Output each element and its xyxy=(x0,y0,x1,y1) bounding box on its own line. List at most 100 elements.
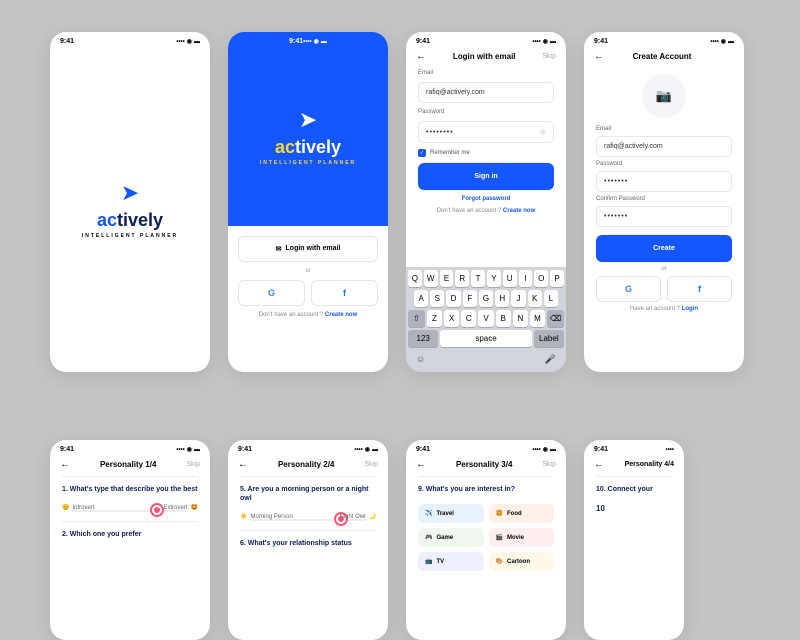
key-d[interactable]: D xyxy=(446,290,460,307)
question-1: 1. What's type that describe you the bes… xyxy=(62,485,198,494)
email-field[interactable]: rafiq@actively.com xyxy=(596,136,732,157)
question-10: 10. Connect your xyxy=(596,485,672,494)
key-f[interactable]: F xyxy=(463,290,477,307)
key-x[interactable]: X xyxy=(444,310,459,327)
space-key[interactable]: space xyxy=(440,330,531,347)
password-field[interactable]: ••••••••◎ xyxy=(418,121,554,143)
interest-tv[interactable]: 📺TV xyxy=(418,552,484,571)
email-label: Email xyxy=(418,70,554,76)
screen-splash: 9:41••••◉▬ ➤ actively INTELLIGENT PLANNE… xyxy=(50,32,210,372)
key-t[interactable]: T xyxy=(471,270,485,287)
tagline: INTELLIGENT PLANNER xyxy=(260,160,356,166)
key-l[interactable]: L xyxy=(544,290,558,307)
key-p[interactable]: P xyxy=(550,270,564,287)
remember-me-checkbox[interactable]: ✓Remember me xyxy=(418,149,554,157)
sun-icon: ☀️ xyxy=(240,513,247,520)
key-g[interactable]: G xyxy=(479,290,493,307)
create-button[interactable]: Create xyxy=(596,235,732,262)
eye-icon[interactable]: ◎ xyxy=(540,128,546,136)
forgot-password-link[interactable]: Forgot password xyxy=(418,196,554,202)
slider-thumb[interactable] xyxy=(152,505,162,515)
email-field[interactable]: rafiq@actively.com xyxy=(418,82,554,103)
back-icon[interactable]: ← xyxy=(594,459,604,470)
keyboard[interactable]: QWERTYUIOP ASDFGHJKL ⇧ZXCVBNM⌫ 123spaceL… xyxy=(406,267,566,372)
key-i[interactable]: I xyxy=(519,270,533,287)
signin-button[interactable]: Sign in xyxy=(418,163,554,190)
back-icon[interactable]: ← xyxy=(416,51,426,62)
skip-link[interactable]: Skip xyxy=(186,461,200,468)
slider-q1[interactable]: 😊Introvert Extrovert🤩 xyxy=(50,498,210,521)
key-j[interactable]: J xyxy=(511,290,525,307)
facebook-button[interactable]: f xyxy=(311,280,378,306)
question-2: 2. Which one you prefer xyxy=(62,530,198,539)
key-h[interactable]: H xyxy=(495,290,509,307)
create-now-link[interactable]: Create now xyxy=(325,312,357,318)
screen-personality-1: 9:41••••◉▬ ←Personality 1/4Skip 1. What'… xyxy=(50,440,210,640)
interest-icon: 🎮 xyxy=(425,534,432,541)
google-icon: G xyxy=(268,288,275,298)
key-c[interactable]: C xyxy=(461,310,476,327)
create-account-prompt: Don't have an account ? Create now xyxy=(259,312,358,318)
status-bar: 9:41••••◉▬ xyxy=(406,32,566,47)
key-n[interactable]: N xyxy=(513,310,528,327)
interest-movie[interactable]: 🎬Movie xyxy=(489,528,555,547)
back-icon[interactable]: ← xyxy=(60,459,70,470)
google-button[interactable]: G xyxy=(596,276,661,302)
key-b[interactable]: B xyxy=(496,310,511,327)
interest-icon: ✈️ xyxy=(425,510,432,517)
interest-cartoon[interactable]: 🎨Cartoon xyxy=(489,552,555,571)
key-u[interactable]: U xyxy=(503,270,517,287)
key-v[interactable]: V xyxy=(478,310,493,327)
login-link[interactable]: Login xyxy=(682,306,698,312)
facebook-button[interactable]: f xyxy=(667,276,732,302)
slider-q5[interactable]: ☀️Morning Person Night Owl🌙 xyxy=(228,507,388,530)
tagline: INTELLIGENT PLANNER xyxy=(82,233,178,239)
back-icon[interactable]: ← xyxy=(238,459,248,470)
create-now-link[interactable]: Create now xyxy=(503,208,535,214)
interest-travel[interactable]: ✈️Travel xyxy=(418,504,484,523)
login-email-button[interactable]: ✉Login with email xyxy=(238,236,378,262)
key-s[interactable]: S xyxy=(430,290,444,307)
skip-link[interactable]: Skip xyxy=(542,53,556,60)
logo: actively xyxy=(97,210,163,231)
avatar-upload[interactable]: 📷 xyxy=(642,74,686,118)
page-title: Personality 4/4 xyxy=(625,461,674,468)
page-title: Create Account xyxy=(633,52,692,61)
key-k[interactable]: K xyxy=(528,290,542,307)
label-key[interactable]: Label xyxy=(534,330,564,347)
key-z[interactable]: Z xyxy=(427,310,442,327)
key-r[interactable]: R xyxy=(455,270,469,287)
key-e[interactable]: E xyxy=(440,270,454,287)
skip-link[interactable]: Skip xyxy=(364,461,378,468)
num-key[interactable]: 123 xyxy=(408,330,438,347)
check-icon: ✓ xyxy=(418,149,426,157)
screen-auth: 9:41••••◉▬ ➤ actively INTELLIGENT PLANNE… xyxy=(228,32,388,372)
key-q[interactable]: Q xyxy=(408,270,422,287)
key-y[interactable]: Y xyxy=(487,270,501,287)
key-w[interactable]: W xyxy=(424,270,438,287)
password-field[interactable]: ••••••• xyxy=(596,171,732,192)
interest-food[interactable]: 🍔Food xyxy=(489,504,555,523)
key-m[interactable]: M xyxy=(530,310,545,327)
or-divider: or xyxy=(596,266,732,272)
interest-game[interactable]: 🎮Game xyxy=(418,528,484,547)
confirm-password-field[interactable]: ••••••• xyxy=(596,206,732,227)
google-button[interactable]: G xyxy=(238,280,305,306)
key-o[interactable]: O xyxy=(534,270,548,287)
delete-key[interactable]: ⌫ xyxy=(547,310,564,327)
moon-icon: 🌙 xyxy=(369,513,376,520)
mic-icon[interactable]: 🎤 xyxy=(545,354,556,365)
status-bar: 9:41••••◉▬ xyxy=(50,32,210,47)
screen-personality-3: 9:41••••◉▬ ←Personality 3/4Skip 9. What'… xyxy=(406,440,566,640)
password-label: Password xyxy=(596,161,732,167)
screen-login: 9:41••••◉▬ ←Login with emailSkip Email r… xyxy=(406,32,566,372)
back-icon[interactable]: ← xyxy=(594,51,604,62)
skip-link[interactable]: Skip xyxy=(542,461,556,468)
question-6: 6. What's your relationship status xyxy=(240,539,376,548)
interest-icon: 📺 xyxy=(425,558,432,565)
shift-key[interactable]: ⇧ xyxy=(408,310,425,327)
extrovert-icon: 🤩 xyxy=(191,504,198,511)
emoji-icon[interactable]: ☺ xyxy=(416,354,425,365)
back-icon[interactable]: ← xyxy=(416,459,426,470)
key-a[interactable]: A xyxy=(414,290,428,307)
